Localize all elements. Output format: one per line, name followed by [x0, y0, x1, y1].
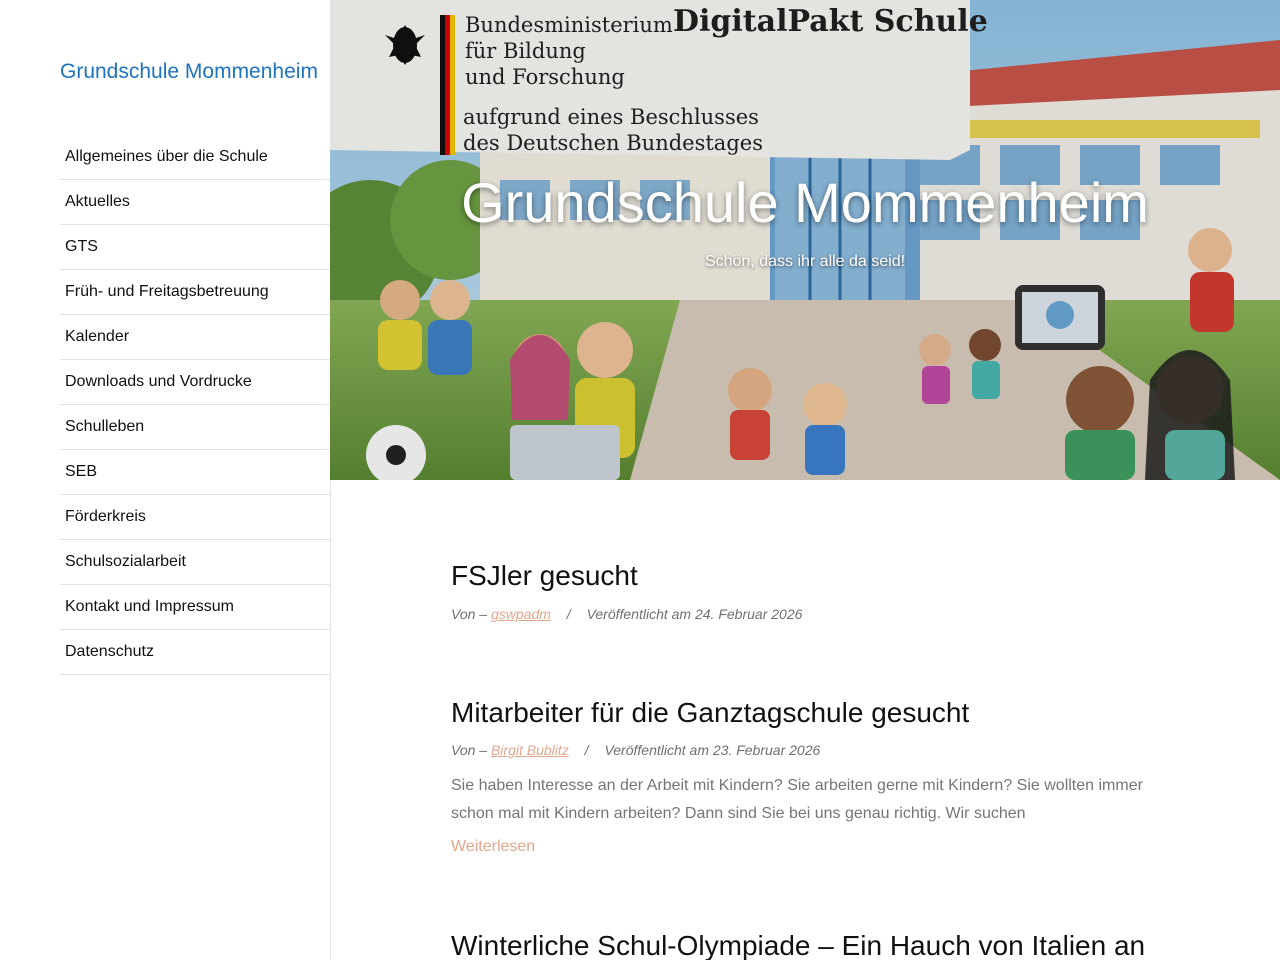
post-item: Mitarbeiter für die Ganztagschule gesuch…: [451, 697, 1171, 856]
nav-item-foerderkreis: Förderkreis: [60, 495, 330, 540]
decision-line-1: aufgrund eines Beschlusses: [463, 105, 759, 129]
program-name: DigitalPakt Schule: [673, 4, 988, 39]
post-title-link[interactable]: Mitarbeiter für die Ganztagschule gesuch…: [451, 697, 1171, 729]
nav-item-schulleben: Schulleben: [60, 405, 330, 450]
post-item: FSJler gesucht Von – gswpadm / Veröffent…: [451, 560, 1171, 622]
nav-item-downloads: Downloads und Vordrucke: [60, 360, 330, 405]
nav-item-datenschutz: Datenschutz: [60, 630, 330, 675]
nav-link-downloads[interactable]: Downloads und Vordrucke: [65, 373, 252, 391]
decision-line-2: des Deutschen Bundestages: [463, 131, 763, 155]
nav-item-kontakt: Kontakt und Impressum: [60, 585, 330, 630]
post-excerpt: Sie haben Interesse an der Arbeit mit Ki…: [451, 777, 1143, 822]
hero-tagline: Schön, dass ihr alle da seid!: [704, 253, 906, 270]
nav-item-betreuung: Früh- und Freitagsbetreuung: [60, 270, 330, 315]
nav-link-kalender[interactable]: Kalender: [65, 328, 129, 346]
nav-item-kalender: Kalender: [60, 315, 330, 360]
nav-link-schulsozialarbeit[interactable]: Schulsozialarbeit: [65, 553, 186, 571]
hero-header: Bundesministerium für Bildung und Forsch…: [330, 0, 1280, 480]
hero-title: Grundschule Mommenheim: [461, 171, 1149, 234]
read-more-link[interactable]: Weiterlesen: [451, 838, 535, 856]
main-navigation: Allgemeines über die Schule Aktuelles GT…: [60, 135, 330, 675]
meta-separator: /: [584, 742, 589, 758]
nav-link-aktuelles[interactable]: Aktuelles: [65, 193, 130, 211]
post-date: Veröffentlicht am 24. Februar 2026: [586, 606, 803, 622]
nav-link-kontakt[interactable]: Kontakt und Impressum: [65, 598, 234, 616]
ministry-line-1: Bundesministerium: [465, 13, 673, 37]
ministry-name: Bundesministerium für Bildung und Forsch…: [465, 12, 673, 90]
nav-link-allgemeines[interactable]: Allgemeines über die Schule: [65, 148, 268, 166]
nav-link-seb[interactable]: SEB: [65, 463, 97, 481]
nav-link-foerderkreis[interactable]: Förderkreis: [65, 508, 146, 526]
nav-link-datenschutz[interactable]: Datenschutz: [65, 643, 154, 661]
ministry-line-3: und Forschung: [465, 65, 625, 89]
post-by-label: Von –: [451, 606, 488, 622]
post-title-link[interactable]: FSJler gesucht: [451, 560, 1171, 592]
nav-item-aktuelles: Aktuelles: [60, 180, 330, 225]
post-title-link[interactable]: Winterliche Schul-Olympiade – Ein Hauch …: [451, 930, 1171, 960]
nav-item-allgemeines: Allgemeines über die Schule: [60, 135, 330, 180]
nav-item-schulsozialarbeit: Schulsozialarbeit: [60, 540, 330, 585]
post-item: Winterliche Schul-Olympiade – Ein Hauch …: [451, 930, 1171, 960]
decision-note: aufgrund eines Beschlusses des Deutschen…: [463, 104, 763, 156]
post-author-link[interactable]: Birgit Bublitz: [491, 742, 569, 758]
nav-link-gts[interactable]: GTS: [65, 238, 98, 256]
nav-item-seb: SEB: [60, 450, 330, 495]
post-date: Veröffentlicht am 23. Februar 2026: [604, 742, 821, 758]
sidebar: Grundschule Mommenheim Allgemeines über …: [0, 0, 331, 960]
post-meta: Von – gswpadm / Veröffentlicht am 24. Fe…: [451, 606, 1171, 622]
post-author-link[interactable]: gswpadm: [491, 606, 551, 622]
nav-link-schulleben[interactable]: Schulleben: [65, 418, 144, 436]
ministry-line-2: für Bildung: [465, 39, 586, 63]
post-meta: Von – Birgit Bublitz / Veröffentlicht am…: [451, 742, 1171, 758]
post-by-label: Von –: [451, 742, 488, 758]
meta-separator: /: [566, 606, 571, 622]
site-title-link[interactable]: Grundschule Mommenheim: [60, 60, 318, 84]
nav-link-betreuung[interactable]: Früh- und Freitagsbetreuung: [65, 283, 269, 301]
nav-item-gts: GTS: [60, 225, 330, 270]
